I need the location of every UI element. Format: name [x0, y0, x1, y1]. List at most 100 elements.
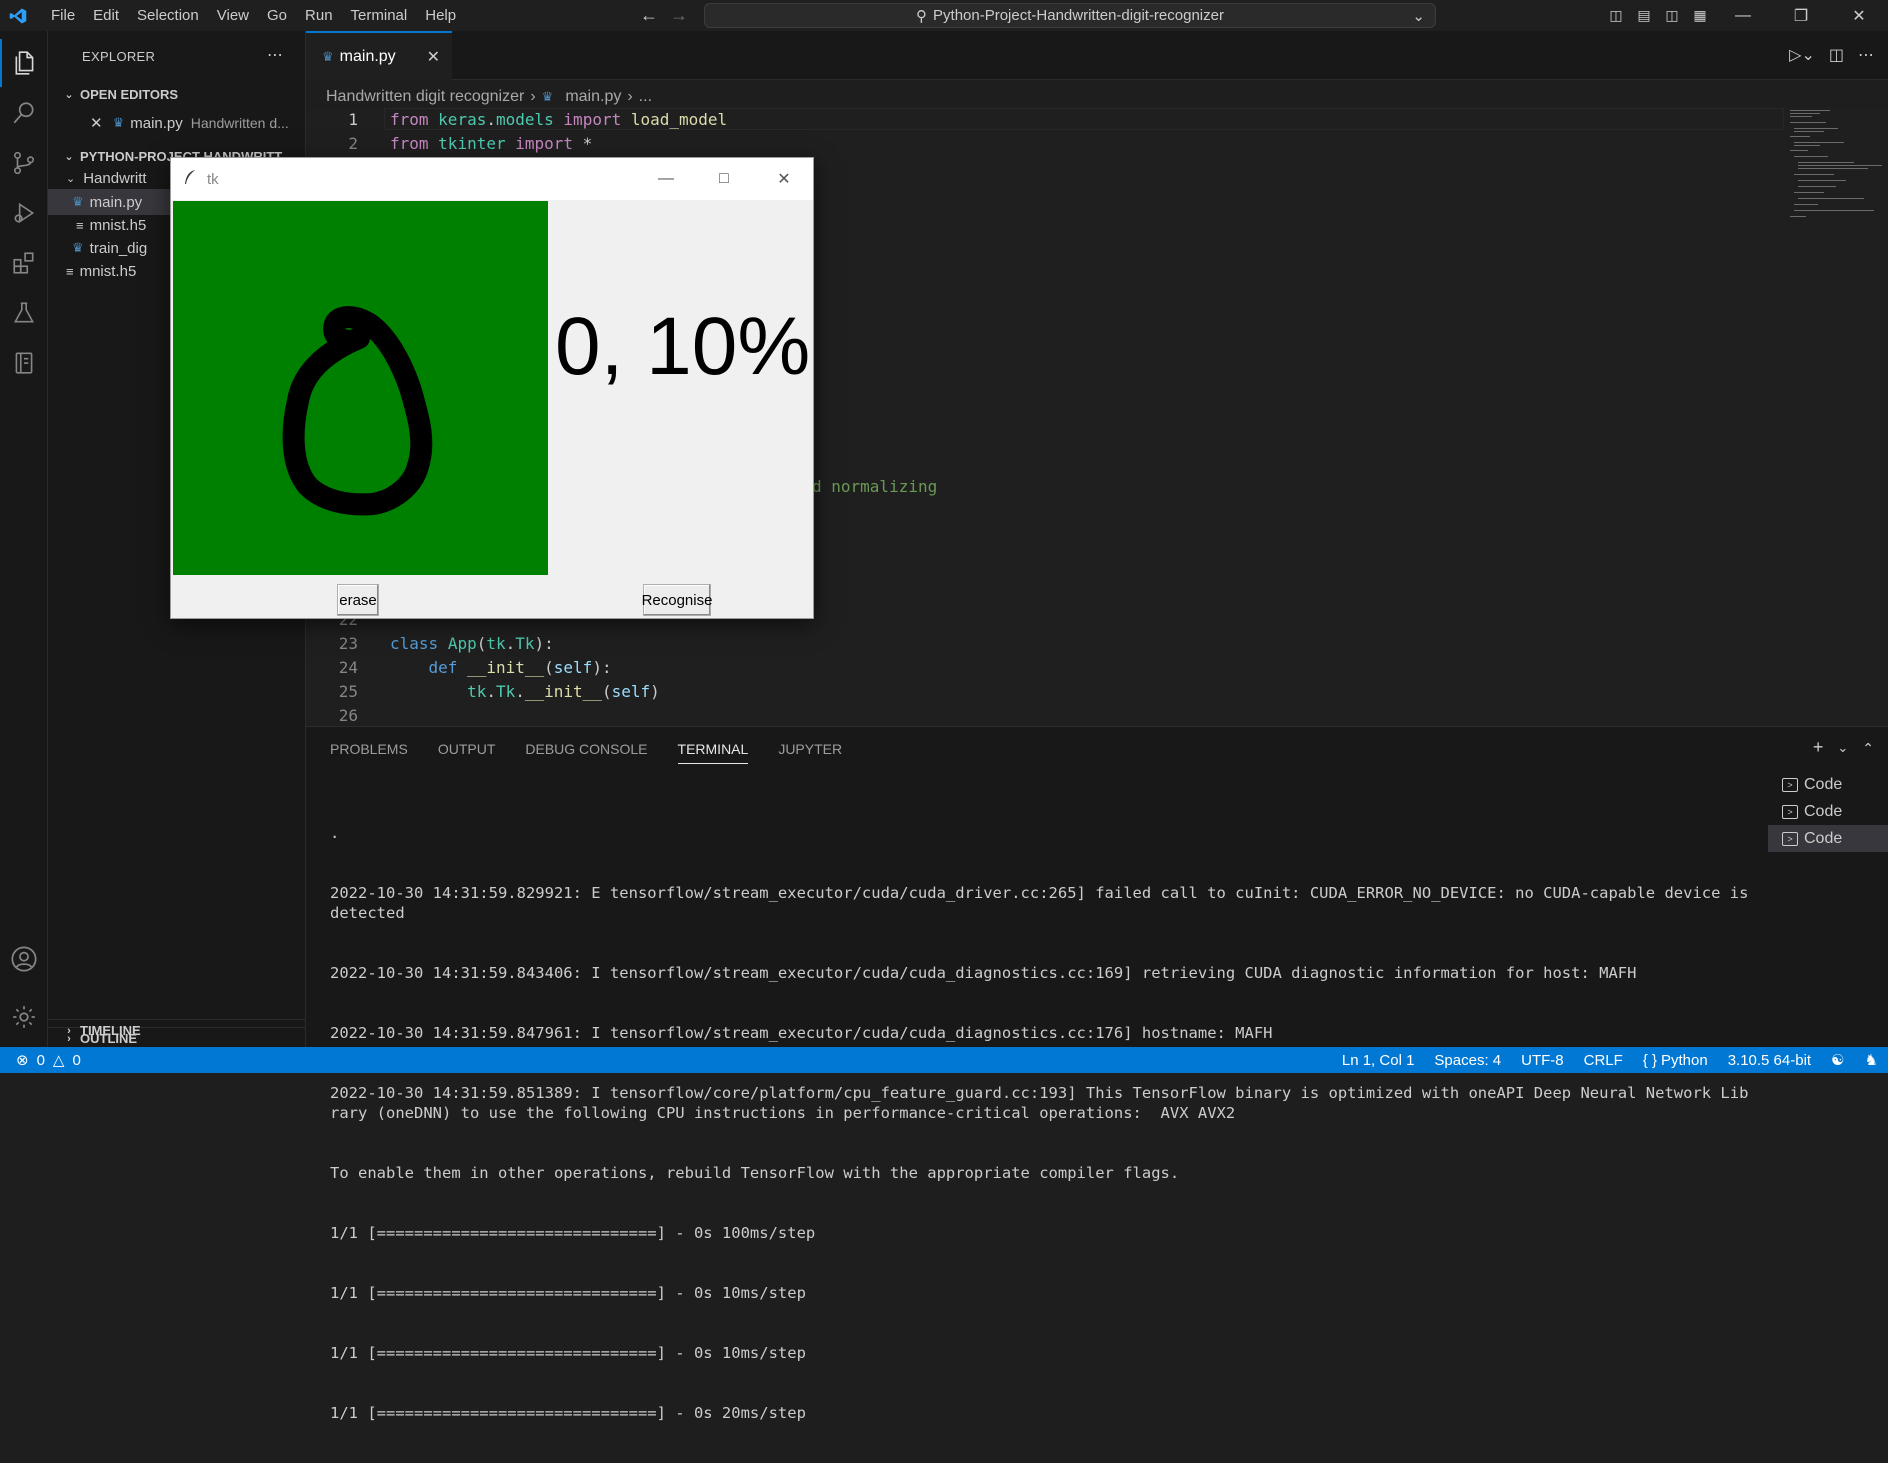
language-mode[interactable]: { } Python [1643, 1052, 1708, 1069]
menu-run[interactable]: Run [296, 0, 342, 31]
erase-button[interactable]: erase [337, 584, 379, 616]
terminal-line: . [330, 824, 340, 842]
minimize-icon[interactable]: — [637, 158, 695, 200]
more-actions-icon[interactable]: ⋯ [1858, 45, 1874, 65]
more-actions-icon[interactable]: ⋯ [267, 45, 283, 65]
breadcrumb-folder[interactable]: Handwritten digit recognizer [326, 88, 524, 106]
terminal-instance-label: Code [1804, 829, 1843, 847]
tab-terminal[interactable]: TERMINAL [677, 741, 749, 764]
new-terminal-icon[interactable]: + [1813, 737, 1824, 759]
line-number: 26 [338, 706, 358, 725]
bell-icon[interactable]: ♞ [1865, 1051, 1878, 1069]
tab-main-py[interactable]: ♛ main.py ✕ [306, 31, 452, 80]
menu-terminal[interactable]: Terminal [342, 0, 417, 31]
line-number: 24 [338, 658, 358, 677]
feedback-icon[interactable]: ☯ [1831, 1051, 1844, 1069]
terminal-line: 2022-10-30 14:31:59.829921: E tensorflow… [330, 884, 1758, 922]
editor-actions: ▷⌄ ◫ ⋯ [1789, 45, 1874, 65]
python-file-icon: ♛ [541, 89, 554, 104]
terminal-instance[interactable]: > Code [1768, 825, 1888, 852]
extensions-icon[interactable] [0, 239, 48, 287]
close-icon[interactable]: ✕ [427, 47, 440, 67]
minimize-icon[interactable]: — [1714, 7, 1772, 25]
chevron-down-icon[interactable]: ⌄ [1837, 737, 1848, 759]
explorer-icon[interactable] [0, 39, 48, 87]
terminal-output[interactable]: . 2022-10-30 14:31:59.829921: E tensorfl… [330, 783, 1750, 1463]
drawing-canvas[interactable] [173, 201, 548, 575]
testing-icon[interactable] [0, 289, 48, 337]
maximize-icon[interactable]: □ [695, 158, 753, 200]
search-icon[interactable] [0, 89, 48, 137]
chevron-up-icon[interactable]: ⌃ [1862, 737, 1874, 759]
status-bar: ⊗ 0 △ 0 Ln 1, Col 1 Spaces: 4 UTF-8 CRLF… [0, 1047, 1888, 1073]
tab-jupyter[interactable]: JUPYTER [778, 741, 842, 764]
breadcrumb-symbol[interactable]: ... [639, 88, 652, 106]
menu-go[interactable]: Go [258, 0, 296, 31]
menu-view[interactable]: View [208, 0, 258, 31]
gear-icon[interactable] [0, 993, 48, 1041]
tab-problems[interactable]: PROBLEMS [330, 741, 408, 764]
terminal-instance-label: Code [1804, 802, 1843, 820]
back-arrow-icon[interactable]: ← [640, 5, 658, 26]
toggle-panel-icon[interactable]: ▤ [1630, 7, 1658, 24]
customize-layout-icon[interactable]: ▦ [1686, 7, 1714, 24]
cursor-position[interactable]: Ln 1, Col 1 [1342, 1052, 1415, 1069]
jupyter-icon[interactable] [0, 339, 48, 387]
open-editor-item[interactable]: ✕ ♛ main.py Handwritten d... [48, 110, 306, 136]
error-count: 0 [36, 1051, 45, 1069]
timeline-section[interactable]: › TIMELINE [48, 1019, 306, 1041]
minimap[interactable] [1786, 108, 1886, 248]
code-line-23: class App(tk.Tk): [390, 634, 554, 653]
braces-icon: { } [1642, 1051, 1657, 1069]
panel-actions: + ⌄ ⌃ [1813, 737, 1874, 759]
restore-icon[interactable]: ❐ [1772, 6, 1830, 26]
title-bar: File Edit Selection View Go Run Terminal… [0, 0, 1888, 31]
recognise-button[interactable]: Recognise [642, 584, 712, 616]
prediction-result: 0, 10% [555, 301, 811, 392]
menu-help[interactable]: Help [416, 0, 465, 31]
chevron-down-icon[interactable]: ⌄ [1412, 7, 1425, 25]
tk-window: tk — □ ✕ 0, 10% erase Recognise [170, 157, 814, 619]
account-icon[interactable] [0, 935, 48, 983]
status-problems[interactable]: ⊗ 0 △ 0 [16, 1051, 81, 1070]
toggle-sidebar-icon[interactable]: ◫ [1602, 7, 1630, 24]
open-editors-section[interactable]: ⌄ OPEN EDITORS [48, 83, 306, 105]
run-icon[interactable]: ▷⌄ [1789, 45, 1815, 65]
chevron-right-icon: › [67, 1024, 71, 1037]
close-window-icon[interactable]: ✕ [755, 158, 813, 200]
python-interpreter[interactable]: 3.10.5 64-bit [1728, 1052, 1811, 1069]
tk-window-title: tk [207, 170, 219, 188]
python-file-icon: ♛ [112, 115, 125, 130]
menu-selection[interactable]: Selection [128, 0, 208, 31]
forward-arrow-icon[interactable]: → [670, 5, 688, 26]
command-center[interactable]: ⚲ Python-Project-Handwritten-digit-recog… [704, 3, 1436, 28]
encoding[interactable]: UTF-8 [1521, 1052, 1564, 1069]
tab-debug-console[interactable]: DEBUG CONSOLE [525, 741, 647, 764]
warning-icon: △ [52, 1052, 65, 1069]
line-ending[interactable]: CRLF [1584, 1052, 1623, 1069]
split-editor-icon[interactable]: ◫ [1829, 45, 1844, 65]
terminal-line: 2022-10-30 14:31:59.847961: I tensorflow… [330, 1024, 1273, 1042]
close-window-icon[interactable]: ✕ [1830, 6, 1888, 26]
tab-output[interactable]: OUTPUT [438, 741, 496, 764]
close-icon[interactable]: ✕ [90, 114, 103, 132]
toggle-secondary-sidebar-icon[interactable]: ◫ [1658, 7, 1686, 24]
run-debug-icon[interactable] [0, 189, 48, 237]
menu-edit[interactable]: Edit [84, 0, 128, 31]
terminal-instance[interactable]: > Code [1768, 771, 1888, 798]
terminal-line: 1/1 [==============================] - 0… [330, 1404, 806, 1422]
menu-file[interactable]: File [42, 0, 84, 31]
file-icon: ≡ [66, 263, 74, 279]
status-right: Ln 1, Col 1 Spaces: 4 UTF-8 CRLF { } Pyth… [1342, 1051, 1878, 1070]
indentation[interactable]: Spaces: 4 [1434, 1052, 1501, 1069]
terminal-icon: > [1782, 777, 1798, 792]
python-file-icon: ♛ [322, 48, 334, 64]
source-control-icon[interactable] [0, 139, 48, 187]
terminal-line: 2022-10-30 14:31:59.843406: I tensorflow… [330, 964, 1637, 982]
python-file-icon: ♛ [72, 240, 84, 255]
line-number: 1 [348, 110, 358, 129]
handwritten-digit-drawing [282, 306, 433, 516]
breadcrumb-file[interactable]: main.py [565, 88, 621, 106]
line-number: 25 [338, 682, 358, 701]
terminal-instance[interactable]: > Code [1768, 798, 1888, 825]
